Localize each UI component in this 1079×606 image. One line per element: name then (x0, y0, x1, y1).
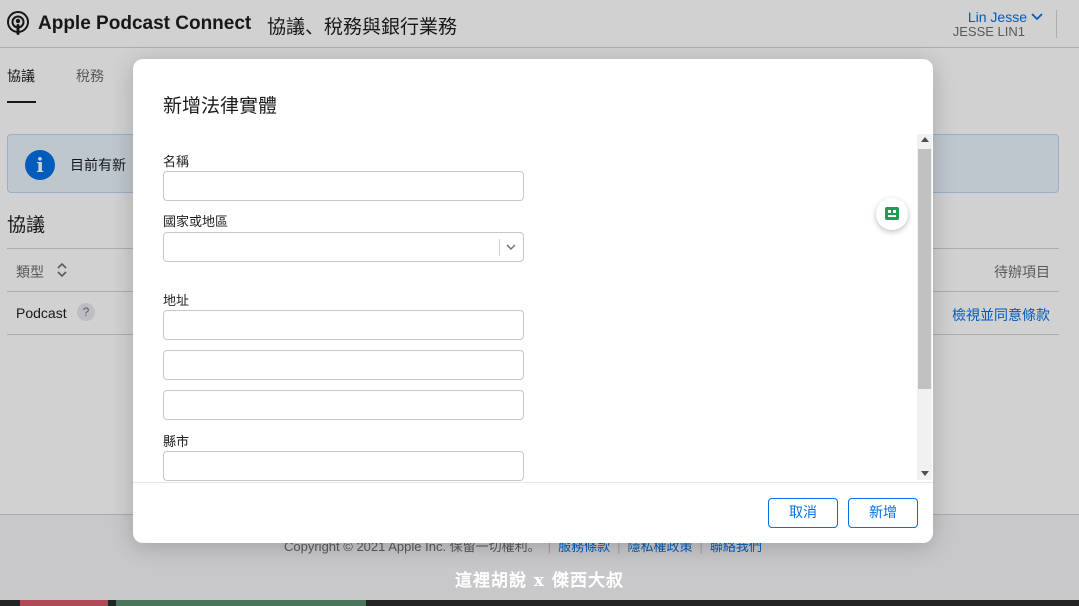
address-label: 地址 (163, 294, 190, 309)
name-input[interactable] (163, 171, 524, 201)
dialog-footer: 取消 新增 (133, 482, 933, 543)
add-button[interactable]: 新增 (848, 498, 918, 528)
browser-extension-button[interactable] (876, 198, 908, 230)
extension-icon (885, 207, 899, 220)
cancel-button[interactable]: 取消 (768, 498, 838, 528)
dialog-scrollbar[interactable] (917, 134, 932, 480)
country-label: 國家或地區 (163, 215, 229, 230)
city-label: 縣市 (163, 435, 190, 450)
watermark: 這裡胡說 x 傑西大叔 (455, 571, 624, 591)
scrollbar-thumb[interactable] (918, 149, 931, 389)
add-legal-entity-dialog: 新增法律實體 名稱 國家或地區 地址 縣市 取消 新增 (133, 59, 933, 543)
address-line3-input[interactable] (163, 390, 524, 420)
address-line2-input[interactable] (163, 350, 524, 380)
select-divider (499, 239, 500, 256)
scroll-down-arrow-icon[interactable] (921, 471, 929, 476)
scroll-up-arrow-icon[interactable] (921, 137, 929, 142)
chevron-down-icon (506, 244, 516, 250)
address-line1-input[interactable] (163, 310, 524, 340)
dialog-body: 名稱 國家或地區 地址 縣市 (133, 134, 933, 482)
city-input[interactable] (163, 451, 524, 481)
name-label: 名稱 (163, 155, 190, 170)
country-select[interactable] (163, 232, 524, 262)
dialog-title: 新增法律實體 (163, 95, 278, 117)
